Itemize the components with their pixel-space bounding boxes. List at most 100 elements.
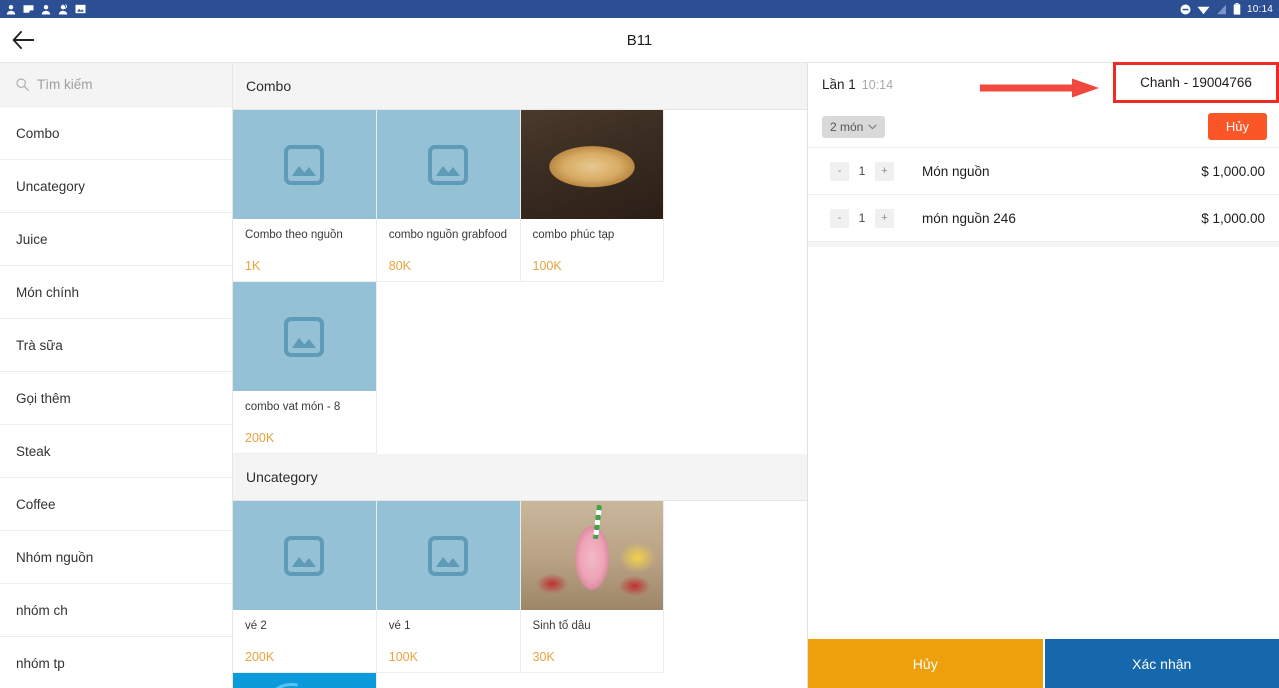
product-card[interactable]: vé 1 100K xyxy=(376,501,521,673)
product-image-placeholder xyxy=(233,110,376,220)
section-header-combo: Combo xyxy=(233,63,807,110)
product-image-placeholder xyxy=(376,110,520,220)
quantity-stepper[interactable]: - 1 + xyxy=(830,208,894,228)
section-header-uncategory: Uncategory xyxy=(233,454,807,501)
product-image-placeholder xyxy=(376,501,520,611)
sidebar-item-nhom-nguon[interactable]: Nhóm nguồn xyxy=(0,531,232,584)
image-placeholder-icon xyxy=(428,535,469,576)
increase-quantity-button[interactable]: + xyxy=(875,161,894,181)
quantity-value: 1 xyxy=(858,211,866,225)
straw-decoration xyxy=(592,504,602,540)
category-sidebar: Tìm kiếm Combo Uncategory Juice Món chín… xyxy=(0,63,233,688)
app-screen: 10:14 B11 Tìm kiếm Combo Uncategory Juic… xyxy=(0,0,1279,688)
cancel-order-button[interactable]: Hủy xyxy=(1207,113,1267,140)
order-item-price: $ 1,000.00 xyxy=(1201,163,1265,179)
sidebar-item-label: nhóm tp xyxy=(16,655,65,671)
search-placeholder: Tìm kiếm xyxy=(37,77,93,92)
product-name: combo phúc tạp xyxy=(532,229,615,242)
items-count-dropdown[interactable]: 2 món xyxy=(822,115,886,138)
product-price: 200K xyxy=(245,431,275,446)
footer-cancel-button[interactable]: Hủy xyxy=(808,639,1043,688)
wifi-icon xyxy=(1197,6,1210,14)
product-price: 100K xyxy=(532,259,562,274)
customer-name: Chanh - 19004766 xyxy=(1140,75,1252,90)
image-placeholder-icon xyxy=(284,316,325,357)
product-name: vé 2 xyxy=(245,620,267,633)
sidebar-item-tra-sua[interactable]: Trà sữa xyxy=(0,319,232,372)
sidebar-item-steak[interactable]: Steak xyxy=(0,425,232,478)
product-price: 1K xyxy=(245,259,261,274)
screencast-icon xyxy=(23,5,34,13)
decrease-quantity-button[interactable]: - xyxy=(830,161,849,181)
user-sync-icon xyxy=(58,3,68,14)
order-header: Lần 1 10:14 Chanh - 19004766 xyxy=(808,62,1279,106)
product-name: combo nguồn grabfood xyxy=(388,229,508,242)
order-empty-area xyxy=(808,247,1279,639)
sidebar-item-juice[interactable]: Juice xyxy=(0,213,232,266)
signal-icon xyxy=(1216,4,1226,14)
product-cards-combo: Combo theo nguồn 1K combo nguồn grabfood… xyxy=(233,110,807,454)
sidebar-item-coffee[interactable]: Coffee xyxy=(0,478,232,531)
sidebar-item-nhom-tp[interactable]: nhóm tp xyxy=(0,637,232,688)
decrease-quantity-button[interactable]: - xyxy=(830,208,849,228)
logo-ring-shape xyxy=(248,673,336,688)
product-name: combo vat món - 8 xyxy=(245,401,341,414)
product-card[interactable]: ẾT KẾ WEB GIAN HA https://gianhangvn.com… xyxy=(233,673,377,688)
user-icon xyxy=(41,4,51,14)
sidebar-item-combo[interactable]: Combo xyxy=(0,107,232,160)
order-panel: Lần 1 10:14 Chanh - 19004766 2 món Hủy - xyxy=(808,62,1279,688)
order-item-price: $ 1,000.00 xyxy=(1201,210,1265,226)
sidebar-item-label: Juice xyxy=(16,231,48,247)
order-items-list: - 1 + Món nguồn $ 1,000.00 - 1 + món ngu… xyxy=(808,148,1279,242)
order-footer: Hủy Xác nhận xyxy=(808,639,1279,688)
product-price: 100K xyxy=(388,650,418,665)
back-button[interactable] xyxy=(0,18,46,63)
order-item-row[interactable]: - 1 + món nguồn 246 $ 1,000.00 xyxy=(808,195,1279,242)
image-placeholder-icon xyxy=(284,535,325,576)
product-card[interactable]: Sinh tố dâu 30K xyxy=(520,501,665,673)
status-bar-right-icons: 10:14 xyxy=(1180,3,1273,15)
product-card[interactable]: combo nguồn grabfood 80K xyxy=(376,110,521,282)
customer-highlight-box[interactable]: Chanh - 19004766 xyxy=(1113,62,1279,103)
product-image-smoothie xyxy=(520,501,664,611)
product-card[interactable]: Combo theo nguồn 1K xyxy=(233,110,377,282)
sidebar-item-label: nhóm ch xyxy=(16,602,68,618)
product-card[interactable]: vé 2 200K xyxy=(233,501,377,673)
product-grid: Combo Combo theo nguồn 1K combo nguồn gr… xyxy=(233,63,808,688)
chevron-down-icon xyxy=(868,123,878,129)
items-count-label: 2 món xyxy=(830,119,864,134)
product-price: 80K xyxy=(388,259,411,274)
image-placeholder-icon xyxy=(428,144,469,185)
order-item-name: món nguồn 246 xyxy=(922,210,1016,226)
order-round-time: 10:14 xyxy=(861,77,894,92)
footer-confirm-button[interactable]: Xác nhận xyxy=(1044,639,1279,688)
product-card[interactable]: combo vat món - 8 200K xyxy=(233,282,377,454)
back-arrow-icon xyxy=(12,31,34,49)
product-name: Sinh tố dâu xyxy=(532,620,591,633)
sidebar-item-mon-chinh[interactable]: Món chính xyxy=(0,266,232,319)
sidebar-item-label: Nhóm nguồn xyxy=(16,549,94,565)
product-image-placeholder xyxy=(233,501,376,611)
sidebar-item-nhom-ch[interactable]: nhóm ch xyxy=(0,584,232,637)
status-bar-left-icons xyxy=(6,3,86,15)
product-image-logo: ẾT KẾ WEB GIAN HA https://gianhangvn.com xyxy=(233,673,376,688)
quantity-stepper[interactable]: - 1 + xyxy=(830,161,894,181)
product-card[interactable]: combo phúc tạp 100K xyxy=(520,110,665,282)
annotation-arrow-icon xyxy=(980,78,1099,98)
product-name: Combo theo nguồn xyxy=(245,229,343,242)
status-bar: 10:14 xyxy=(0,0,1279,18)
sidebar-item-uncategory[interactable]: Uncategory xyxy=(0,160,232,213)
order-item-name: Món nguồn xyxy=(922,163,990,179)
battery-icon xyxy=(1233,3,1241,15)
image-icon xyxy=(75,4,86,14)
product-price: 30K xyxy=(532,650,555,665)
order-item-row[interactable]: - 1 + Món nguồn $ 1,000.00 xyxy=(808,148,1279,195)
increase-quantity-button[interactable]: + xyxy=(875,208,894,228)
main-body: Tìm kiếm Combo Uncategory Juice Món chín… xyxy=(0,62,1279,688)
order-subheader: 2 món Hủy xyxy=(808,106,1279,148)
search-input[interactable]: Tìm kiếm xyxy=(0,63,232,107)
section-title: Combo xyxy=(246,78,292,94)
sidebar-item-goi-them[interactable]: Gọi thêm xyxy=(0,372,232,425)
section-title: Uncategory xyxy=(246,469,318,485)
product-image-banh-mi xyxy=(520,110,664,220)
